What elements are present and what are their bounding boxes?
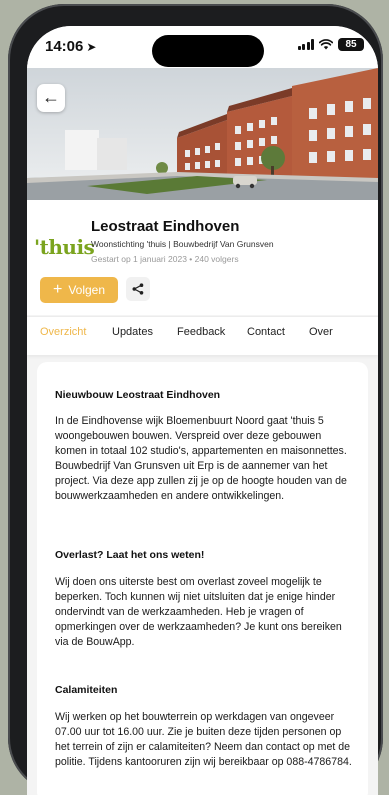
section-body-nieuwbouw: In de Eindhovense wijk Bloemenbuurt Noor… [55, 415, 347, 502]
cellular-signal-icon [297, 39, 314, 50]
follow-button[interactable]: + Volgen [40, 277, 118, 303]
tab-feedback[interactable]: Feedback [177, 326, 225, 338]
tab-overzicht[interactable]: Overzicht [40, 326, 86, 338]
tab-contact[interactable]: Contact [247, 326, 285, 338]
battery-indicator: 85 [338, 38, 364, 51]
section-title-overlast: Overlast? Laat het ons weten! [55, 549, 205, 561]
location-arrow-icon: ➤ [86, 40, 97, 54]
share-button[interactable] [126, 277, 150, 301]
tab-over[interactable]: Over [309, 326, 333, 338]
project-organization: Woonstichting 'thuis | Bouwbedrijf Van G… [91, 239, 274, 249]
time-text: 14:06 [45, 38, 84, 55]
section-body-overlast: Wij doen ons uiterste best om overlast z… [55, 576, 342, 648]
status-bar: 14:06 ➤ 85 [27, 26, 378, 68]
project-header-card: 'thuis Leostraat Eindhoven Woonstichting… [27, 200, 378, 315]
follow-label: Volgen [68, 283, 106, 297]
building-rendering [27, 68, 378, 200]
status-icons: 85 [297, 38, 364, 51]
wifi-icon [319, 39, 333, 50]
section-title-nieuwbouw: Nieuwbouw Leostraat Eindhoven [55, 389, 221, 401]
screen: 14:06 ➤ 85 ← 'thuis Leostraat Eindhoven … [27, 26, 378, 795]
tab-bar: Overzicht Updates Feedback Contact Over [27, 316, 378, 355]
status-time: 14:06 ➤ [45, 38, 96, 55]
phone-frame: 14:06 ➤ 85 ← 'thuis Leostraat Eindhoven … [8, 4, 383, 795]
tab-updates[interactable]: Updates [112, 326, 153, 338]
project-hero-image: ← [27, 68, 378, 200]
section-body-calamiteiten: Wij werken op het bouwterrein op werkdag… [55, 711, 352, 768]
plus-icon: + [52, 281, 63, 298]
overview-content-card: Nieuwbouw Leostraat Eindhoven In de Eind… [37, 362, 368, 795]
project-title: Leostraat Eindhoven [91, 218, 240, 235]
project-meta: Gestart op 1 januari 2023 • 240 volgers [91, 254, 239, 264]
thuis-logo: 'thuis [34, 235, 95, 259]
section-title-calamiteiten: Calamiteiten [55, 684, 118, 696]
share-icon [132, 283, 144, 295]
dynamic-island [152, 35, 264, 67]
back-arrow-icon[interactable]: ← [37, 84, 65, 112]
